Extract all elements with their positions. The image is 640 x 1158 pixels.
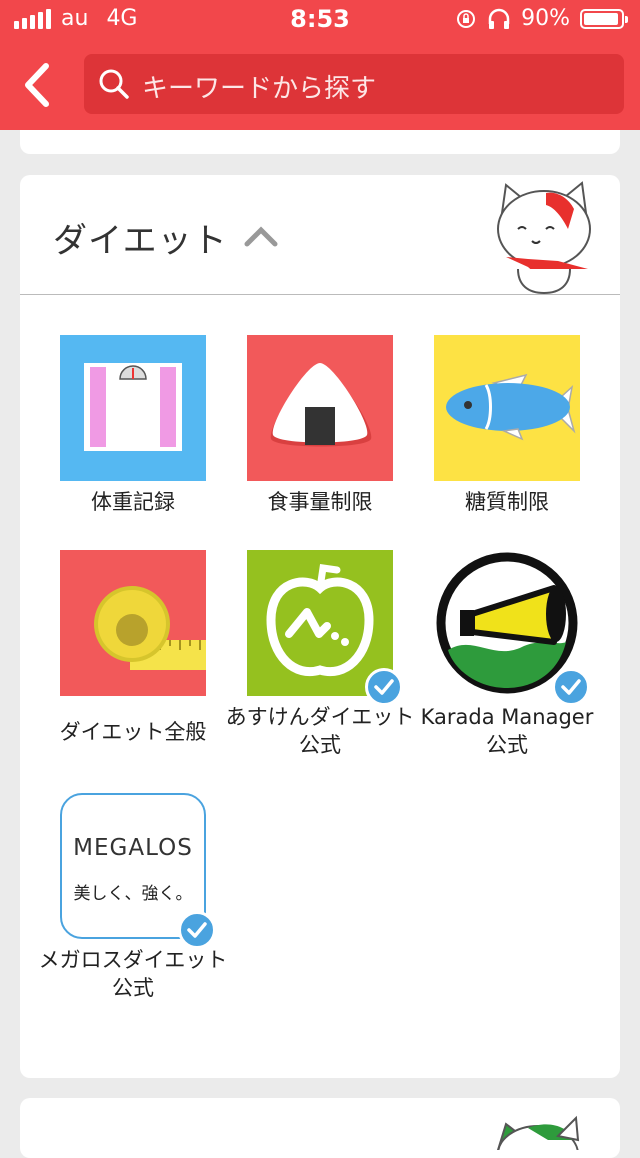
battery-percent: 90% [521, 6, 570, 31]
category-item-meal-limit[interactable]: 食事量制限 [225, 335, 415, 525]
category-item-carb-limit[interactable]: 糖質制限 [412, 335, 602, 525]
section-divider [20, 294, 620, 295]
search-input[interactable]: キーワードから探す [84, 54, 624, 114]
chevron-up-icon[interactable] [244, 225, 278, 247]
next-category-card [20, 1098, 620, 1158]
category-label: Karada Manager 公式 [420, 705, 594, 757]
scale-icon [60, 335, 206, 481]
category-label: あすけんダイエット公式 [225, 705, 415, 757]
app-header: au 4G 8:53 90% キーワードから探す [0, 0, 640, 130]
back-arrow-icon[interactable] [18, 60, 58, 110]
mascot-peek-icon [496, 1115, 580, 1150]
category-item-megalos[interactable]: MEGALOS 美しく、強く。 メガロスダイエット公式 [38, 793, 228, 1003]
category-item-asken[interactable]: あすけんダイエット公式 [225, 550, 415, 760]
category-card: ダイエット 体重記録 食事量制限 糖質制限 ダイエット全般 あすけんダイエット公… [20, 175, 620, 1078]
search-icon [99, 69, 129, 99]
category-label: メガロスダイエット公式 [38, 948, 228, 1000]
category-label: ダイエット全般 [59, 720, 207, 744]
onigiri-icon [247, 335, 393, 481]
search-placeholder: キーワードから探す [142, 74, 377, 104]
tape-measure-icon [60, 550, 206, 696]
verified-badge-icon [178, 911, 216, 949]
headphones-icon [488, 8, 510, 29]
previous-card [20, 130, 620, 154]
category-label: 食事量制限 [267, 490, 373, 514]
battery-icon [580, 8, 628, 29]
verified-badge-icon [552, 668, 590, 706]
fish-icon [434, 335, 580, 481]
rotation-lock-icon [457, 9, 476, 28]
category-item-weight-record[interactable]: 体重記録 [38, 335, 228, 525]
megalos-tagline-text: 美しく、強く。 [73, 884, 193, 904]
section-title: ダイエット [53, 221, 228, 261]
category-item-karada-manager[interactable]: Karada Manager 公式 [412, 550, 602, 760]
megalos-brand-text: MEGALOS [73, 835, 193, 861]
verified-badge-icon [365, 668, 403, 706]
cat-mascot-icon [497, 181, 591, 295]
status-bar: au 4G 8:53 90% [0, 0, 640, 40]
category-item-diet-general[interactable]: ダイエット全般 [38, 550, 228, 760]
category-label: 体重記録 [91, 490, 175, 514]
category-label: 糖質制限 [465, 490, 549, 514]
